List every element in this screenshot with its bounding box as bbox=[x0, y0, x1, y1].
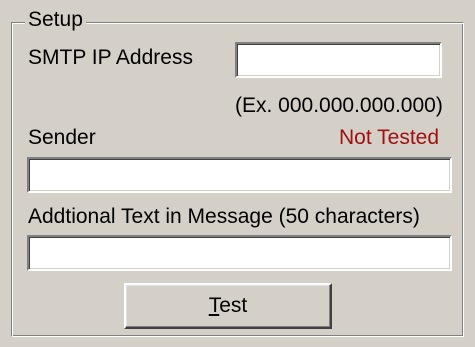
setup-panel: Setup SMTP IP Address (Ex. 000.000.000.0… bbox=[0, 0, 475, 347]
smtp-ip-address-input[interactable] bbox=[235, 42, 442, 78]
smtp-ip-address-hint: (Ex. 000.000.000.000) bbox=[235, 94, 443, 117]
test-button-label: est bbox=[219, 294, 248, 317]
sender-input[interactable] bbox=[27, 157, 452, 193]
additional-text-input[interactable] bbox=[27, 235, 452, 271]
sender-status-text: Not Tested bbox=[339, 126, 440, 149]
sender-label: Sender bbox=[28, 126, 96, 149]
smtp-ip-address-label: SMTP IP Address bbox=[28, 46, 193, 69]
additional-text-label: Addtional Text in Message (50 characters… bbox=[28, 205, 420, 228]
test-button-mnemonic: T bbox=[208, 294, 220, 317]
test-button[interactable]: Test bbox=[124, 283, 332, 329]
setup-group-title: Setup bbox=[25, 8, 86, 32]
